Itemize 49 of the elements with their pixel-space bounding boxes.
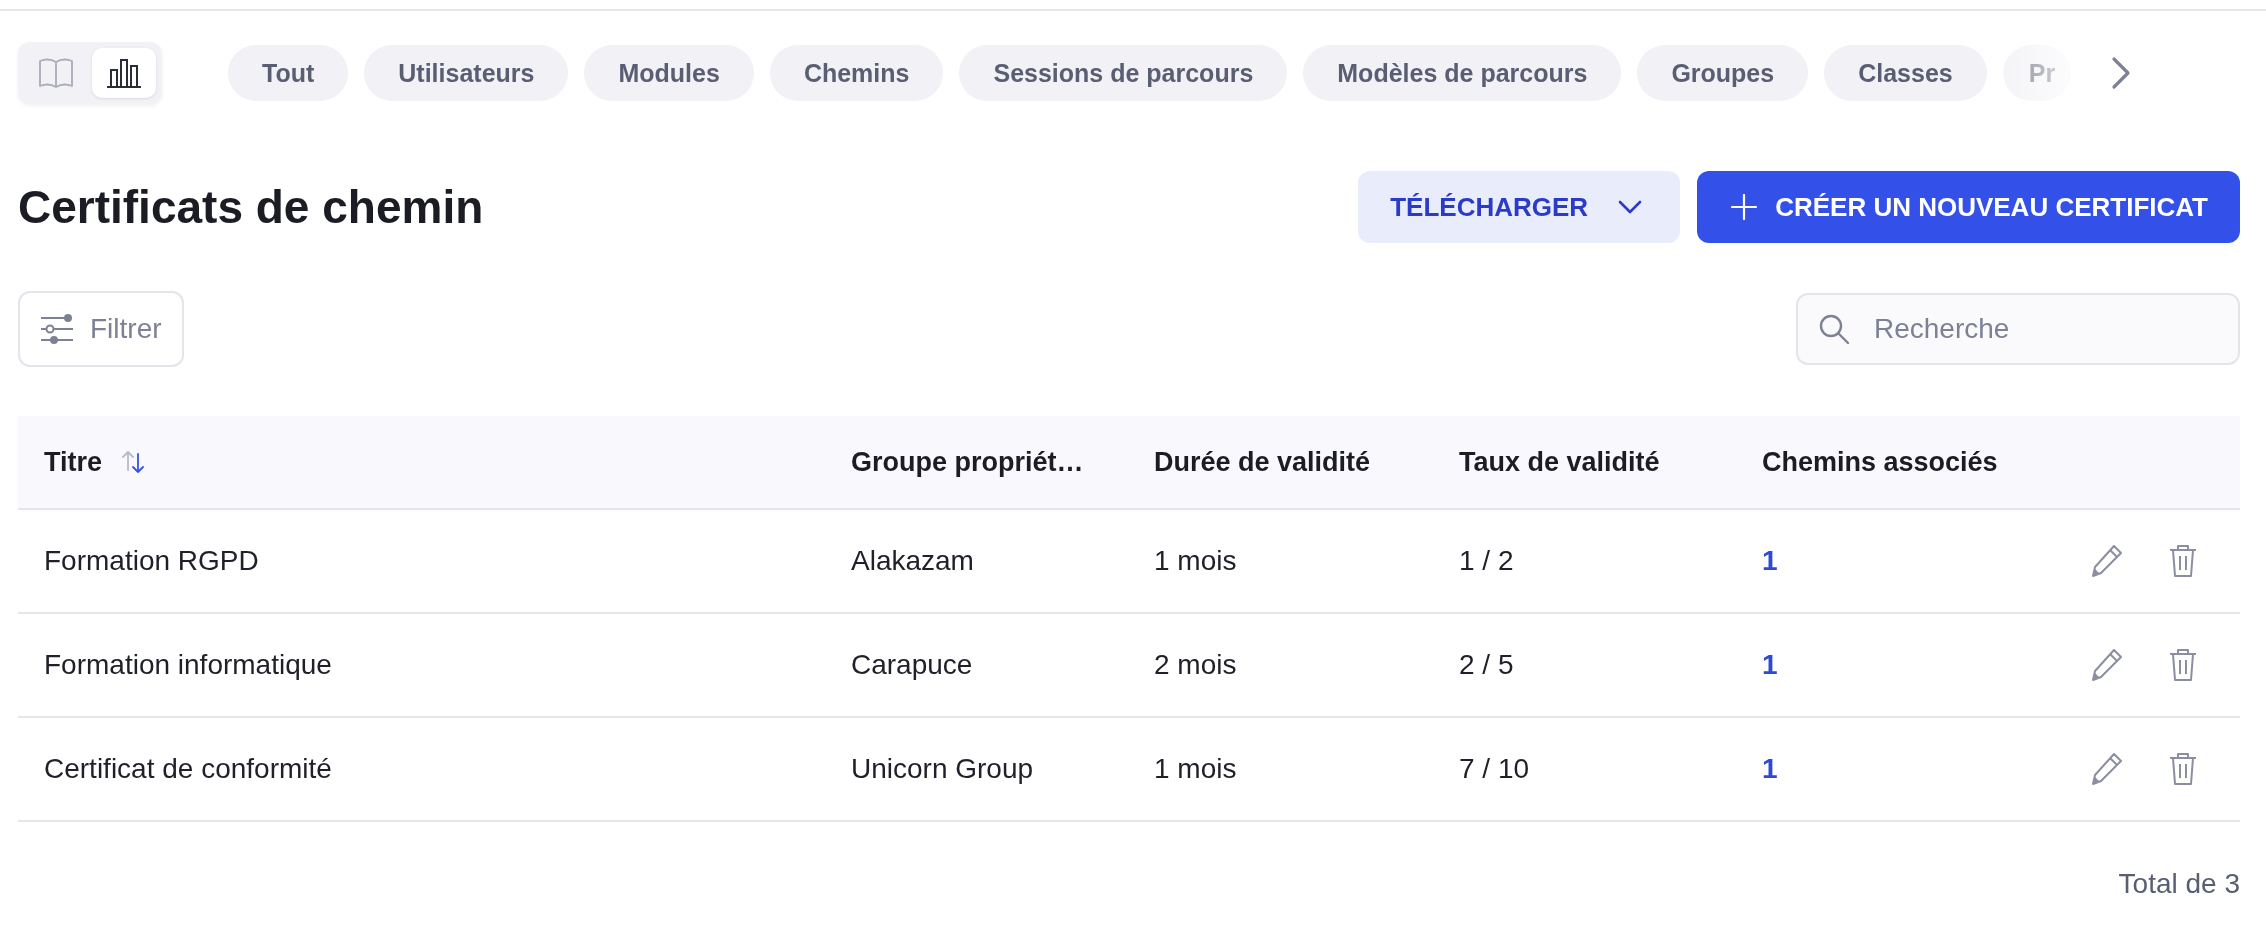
filter-chip[interactable]: Modules <box>584 45 754 101</box>
table-cell: Carapuce <box>851 649 973 681</box>
sort-icon[interactable] <box>122 450 145 474</box>
page-title: Certificats de chemin <box>18 180 484 234</box>
column-header: Chemins associés <box>1762 446 1998 478</box>
table-cell: 2 / 5 <box>1459 649 1514 681</box>
filter-button[interactable]: Filtrer <box>18 291 184 367</box>
filter-chip[interactable]: Tout <box>228 45 349 101</box>
filter-chip[interactable]: Sessions de parcours <box>959 45 1288 101</box>
edit-icon[interactable] <box>2090 751 2124 787</box>
table-cell: 1 / 2 <box>1459 545 1514 577</box>
search-field[interactable]: Recherche <box>1796 293 2240 365</box>
table-cell: 2 mois <box>1154 649 1237 681</box>
view-button[interactable] <box>92 48 156 98</box>
delete-icon[interactable] <box>2168 751 2198 787</box>
delete-icon[interactable] <box>2168 647 2198 683</box>
plus-icon <box>1731 194 1758 220</box>
delete-icon[interactable] <box>2168 543 2198 579</box>
chevron-right-icon[interactable] <box>2111 56 2131 90</box>
create-button[interactable]: CRÉER UN NOUVEAU CERTIFICAT <box>1697 171 2240 243</box>
column-header: Durée de validité <box>1154 446 1371 478</box>
count-link[interactable]: 1 <box>1762 753 1778 785</box>
total-count: Total de 3 <box>2118 868 2240 900</box>
edit-icon[interactable] <box>2090 543 2124 579</box>
table-cell: 1 mois <box>1154 753 1237 785</box>
filter-chip[interactable]: Chemins <box>769 45 944 101</box>
search-icon <box>1818 313 1850 345</box>
sliders-icon <box>40 314 74 344</box>
table-cell: Unicorn Group <box>851 753 1034 785</box>
book-icon <box>38 56 74 90</box>
table-cell: Certificat de conformité <box>44 753 332 785</box>
edit-icon[interactable] <box>2090 647 2124 683</box>
filter-chip[interactable]: Classes <box>1824 45 1987 101</box>
filter-chip[interactable]: Groupes <box>1637 45 1809 101</box>
table-cell: Formation informatique <box>44 649 332 681</box>
count-link[interactable]: 1 <box>1762 649 1778 681</box>
column-header: Taux de validité <box>1459 446 1660 478</box>
chevron-down-icon <box>1618 200 1643 214</box>
table-cell: 1 mois <box>1154 545 1237 577</box>
table-cell: 7 / 10 <box>1459 753 1530 785</box>
bar-chart-icon <box>106 56 142 90</box>
filter-chip[interactable]: Utilisateurs <box>364 45 569 101</box>
filter-chip[interactable]: Modèles de parcours <box>1303 45 1622 101</box>
count-link[interactable]: 1 <box>1762 545 1778 577</box>
column-header[interactable]: Titre <box>44 446 103 478</box>
table-cell: Alakazam <box>851 545 974 577</box>
column-header: Groupe propriét… <box>851 446 1084 478</box>
table-cell: Formation RGPD <box>44 545 259 577</box>
download-button[interactable]: TÉLÉCHARGER <box>1358 171 1681 243</box>
